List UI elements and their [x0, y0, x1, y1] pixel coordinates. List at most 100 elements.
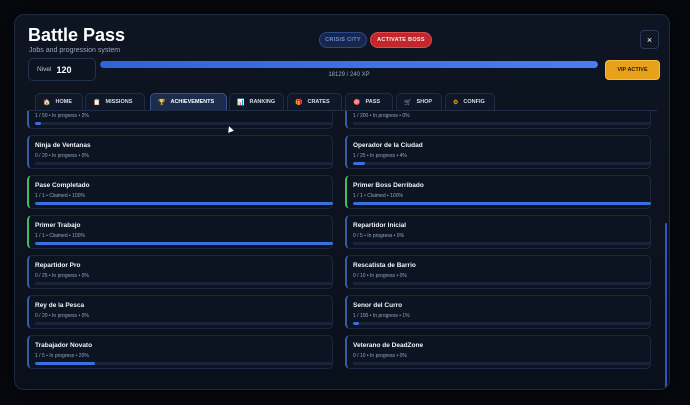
achievement-progress-bar	[353, 362, 651, 365]
target-icon: 🎯	[353, 99, 361, 106]
achievement-card[interactable]: Rescatista de Barrio 0 / 10 • In progress…	[345, 255, 651, 289]
achievement-card[interactable]: Primer Trabajo 1 / 1 • Claimed • 100%	[27, 215, 333, 249]
tab-label: CRATES	[307, 99, 330, 105]
tab-label: PASS	[365, 99, 381, 105]
clipboard-icon: 📋	[93, 99, 101, 106]
trophy-icon: 🏆	[158, 99, 166, 106]
achievement-name: Senor del Curro	[353, 302, 403, 309]
achievement-progress-fill	[35, 202, 333, 205]
tab-config[interactable]: ⚙ CONFIG	[445, 93, 495, 110]
page-subtitle: Jobs and progression system	[29, 47, 121, 54]
achievement-status: 0 / 20 • In progress • 0%	[35, 313, 89, 319]
achievement-progress-bar	[35, 242, 333, 245]
achievement-progress-bar	[35, 282, 333, 285]
achievement-progress-fill	[353, 162, 365, 165]
achievement-progress-bar	[353, 322, 651, 325]
achievement-progress-bar	[353, 162, 651, 165]
achievement-name: Repartidor Inicial	[353, 222, 407, 229]
achievement-name: Operador de la Ciudad	[353, 142, 423, 149]
achievement-status: 1 / 100 • In progress • 1%	[353, 313, 410, 319]
achievement-progress-bar	[353, 202, 651, 205]
gift-icon: 🎁	[295, 99, 303, 106]
achievement-card[interactable]: Rey de la Pesca 0 / 20 • In progress • 0%	[27, 295, 333, 329]
activate-boss-button[interactable]: ACTIVATE BOSS	[370, 32, 432, 48]
achievement-card[interactable]: Veterano de DeadZone 0 / 10 • In progress…	[345, 335, 651, 369]
achievement-progress-fill	[353, 202, 651, 205]
achievement-status: 1 / 1 • Claimed • 100%	[353, 193, 403, 199]
tab-home[interactable]: 🏠 HOME	[35, 93, 83, 110]
achievement-progress-bar	[35, 202, 333, 205]
tab-missions[interactable]: 📋 MISSIONS	[85, 93, 145, 110]
achievement-name: Primer Trabajo	[35, 222, 81, 229]
achievement-progress-bar	[353, 122, 651, 125]
achievement-card[interactable]: Operador de la Ciudad 1 / 25 • In progres…	[345, 135, 651, 169]
achievement-card[interactable]: Senor del Curro 1 / 100 • In progress • 1…	[345, 295, 651, 329]
achievement-name: Repartidor Pro	[35, 262, 81, 269]
achievement-progress-fill	[35, 242, 333, 245]
achievement-progress-bar	[35, 362, 333, 365]
xp-text: 18129 / 240 XP	[328, 72, 370, 78]
achievement-status: 1 / 50 • In progress • 2%	[35, 113, 89, 119]
tab-label: CONFIG	[463, 99, 485, 105]
achievement-progress-bar	[35, 122, 333, 125]
achievement-progress-bar	[353, 242, 651, 245]
achievement-name: Trabajador Novato	[35, 342, 93, 349]
achievement-name: Veterano de DeadZone	[353, 342, 424, 349]
achievement-status: 1 / 25 • In progress • 4%	[353, 153, 407, 159]
achievement-progress-fill	[35, 122, 41, 125]
achievement-status: 1 / 200 • In progress • 0%	[353, 113, 410, 119]
achievement-progress-bar	[353, 282, 651, 285]
tab-achievements[interactable]: 🏆 ACHIEVEMENTS	[150, 93, 227, 110]
tab-label: ACHIEVEMENTS	[170, 99, 215, 105]
close-icon[interactable]: ×	[640, 30, 659, 49]
level-value: 120	[56, 64, 72, 75]
achievement-status: 0 / 5 • In progress • 0%	[353, 233, 405, 239]
achievement-status: 0 / 10 • In progress • 0%	[353, 273, 407, 279]
achievement-card[interactable]: Primer Boss Derribado 1 / 1 • Claimed • 1…	[345, 175, 651, 209]
cart-icon: 🛒	[404, 99, 412, 106]
achievement-card[interactable]: Maraton Laboral1 / 200 • In progress • 0…	[345, 111, 651, 129]
achievement-card[interactable]: Maquina de Trabajo1 / 50 • In progress •…	[27, 111, 333, 129]
tab-label: HOME	[55, 99, 72, 105]
tab-crates[interactable]: 🎁 CRATES	[287, 93, 342, 110]
page-title: Battle Pass	[28, 25, 126, 45]
battle-pass-modal: Battle Pass Jobs and progression system …	[14, 14, 670, 390]
achievements-grid: Maquina de Trabajo1 / 50 • In progress •…	[27, 111, 657, 381]
vip-active-button[interactable]: VIP ACTIVE	[605, 60, 660, 80]
tab-label: SHOP	[416, 99, 433, 105]
gear-icon: ⚙	[453, 99, 459, 106]
achievement-card[interactable]: Repartidor Inicial 0 / 5 • In progress • …	[345, 215, 651, 249]
tab-ranking[interactable]: 📊 RANKING	[229, 93, 284, 110]
chart-icon: 📊	[237, 99, 245, 106]
achievement-status: 0 / 20 • In progress • 0%	[35, 153, 89, 159]
achievement-status: 0 / 25 • In progress • 0%	[35, 273, 89, 279]
tab-pass[interactable]: 🎯 PASS	[345, 93, 393, 110]
achievement-card[interactable]: Ninja de Ventanas 0 / 20 • In progress • …	[27, 135, 333, 169]
achievement-status: 1 / 1 • Claimed • 100%	[35, 193, 85, 199]
tab-shop[interactable]: 🛒 SHOP	[396, 93, 442, 110]
achievement-card[interactable]: Trabajador Novato 1 / 5 • In progress • 2…	[27, 335, 333, 369]
achievement-name: Rescatista de Barrio	[353, 262, 416, 269]
level-label: Nivel	[37, 66, 52, 73]
level-badge: Nivel 120	[28, 58, 96, 81]
tab-bar: 🏠 HOME 📋 MISSIONS 🏆 ACHIEVEMENTS 📊 RANKING 🎁 CRAT…	[27, 93, 657, 110]
achievement-name: Ninja de Ventanas	[35, 142, 91, 149]
achievement-name: Pase Completado	[35, 182, 90, 189]
achievement-progress-fill	[35, 362, 95, 365]
achievement-status: 0 / 10 • In progress • 0%	[353, 353, 407, 359]
achievement-card[interactable]: Repartidor Pro 0 / 25 • In progress • 0%	[27, 255, 333, 289]
crisis-city-button[interactable]: CRISIS CITY	[319, 32, 367, 48]
achievement-status: 1 / 1 • Claimed • 100%	[35, 233, 85, 239]
achievement-progress-bar	[35, 322, 333, 325]
achievement-card[interactable]: Pase Completado 1 / 1 • Claimed • 100%	[27, 175, 333, 209]
achievement-name: Primer Boss Derribado	[353, 182, 424, 189]
tab-label: RANKING	[249, 99, 276, 105]
achievement-progress-bar	[35, 162, 333, 165]
xp-progress-fill	[100, 61, 598, 68]
scrollbar[interactable]	[665, 223, 667, 389]
xp-progress-bar	[100, 61, 598, 68]
tab-label: MISSIONS	[105, 99, 133, 105]
achievement-status: 1 / 5 • In progress • 20%	[35, 353, 89, 359]
home-icon: 🏠	[43, 99, 51, 106]
achievement-progress-fill	[353, 322, 359, 325]
